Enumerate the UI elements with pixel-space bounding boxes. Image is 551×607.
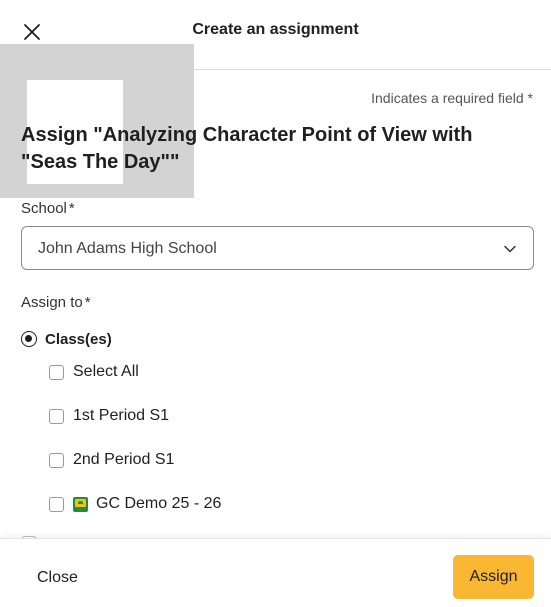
- assign-to-label: Assign to *: [21, 294, 91, 311]
- class-option-label: GC Demo 25 - 26: [96, 495, 222, 512]
- class-option-gc-demo[interactable]: GC Demo 25 - 26: [49, 494, 221, 514]
- class-checkbox[interactable]: [49, 408, 64, 424]
- school-selected-value: John Adams High School: [38, 240, 217, 257]
- google-classroom-icon: [73, 496, 88, 512]
- class-option-select-all[interactable]: Select All: [49, 362, 139, 382]
- classes-radio[interactable]: [21, 331, 37, 347]
- dialog-title: Create an assignment: [192, 21, 359, 38]
- assign-button[interactable]: Assign: [453, 555, 534, 599]
- select-all-checkbox[interactable]: [49, 364, 64, 380]
- required-field-note: Indicates a required field *: [371, 90, 533, 106]
- classes-radio-label: Class(es): [45, 330, 112, 348]
- class-checkbox[interactable]: [49, 452, 64, 468]
- close-button[interactable]: Close: [37, 569, 78, 587]
- dialog-footer: Close Assign: [0, 538, 551, 607]
- class-option-label: 1st Period S1: [73, 407, 170, 424]
- class-option-2nd-period[interactable]: 2nd Period S1: [49, 450, 174, 470]
- class-checkbox[interactable]: [49, 496, 64, 512]
- class-option-1st-period[interactable]: 1st Period S1: [49, 406, 169, 426]
- school-select[interactable]: John Adams High School: [21, 226, 534, 270]
- assignment-title: Assign "Analyzing Character Point of Vie…: [21, 124, 473, 173]
- chevron-down-icon: [503, 242, 517, 256]
- class-option-label: Select All: [73, 363, 139, 380]
- school-label: School *: [21, 200, 75, 217]
- class-option-label: 2nd Period S1: [73, 451, 175, 468]
- classes-radio-option[interactable]: Class(es): [21, 329, 112, 349]
